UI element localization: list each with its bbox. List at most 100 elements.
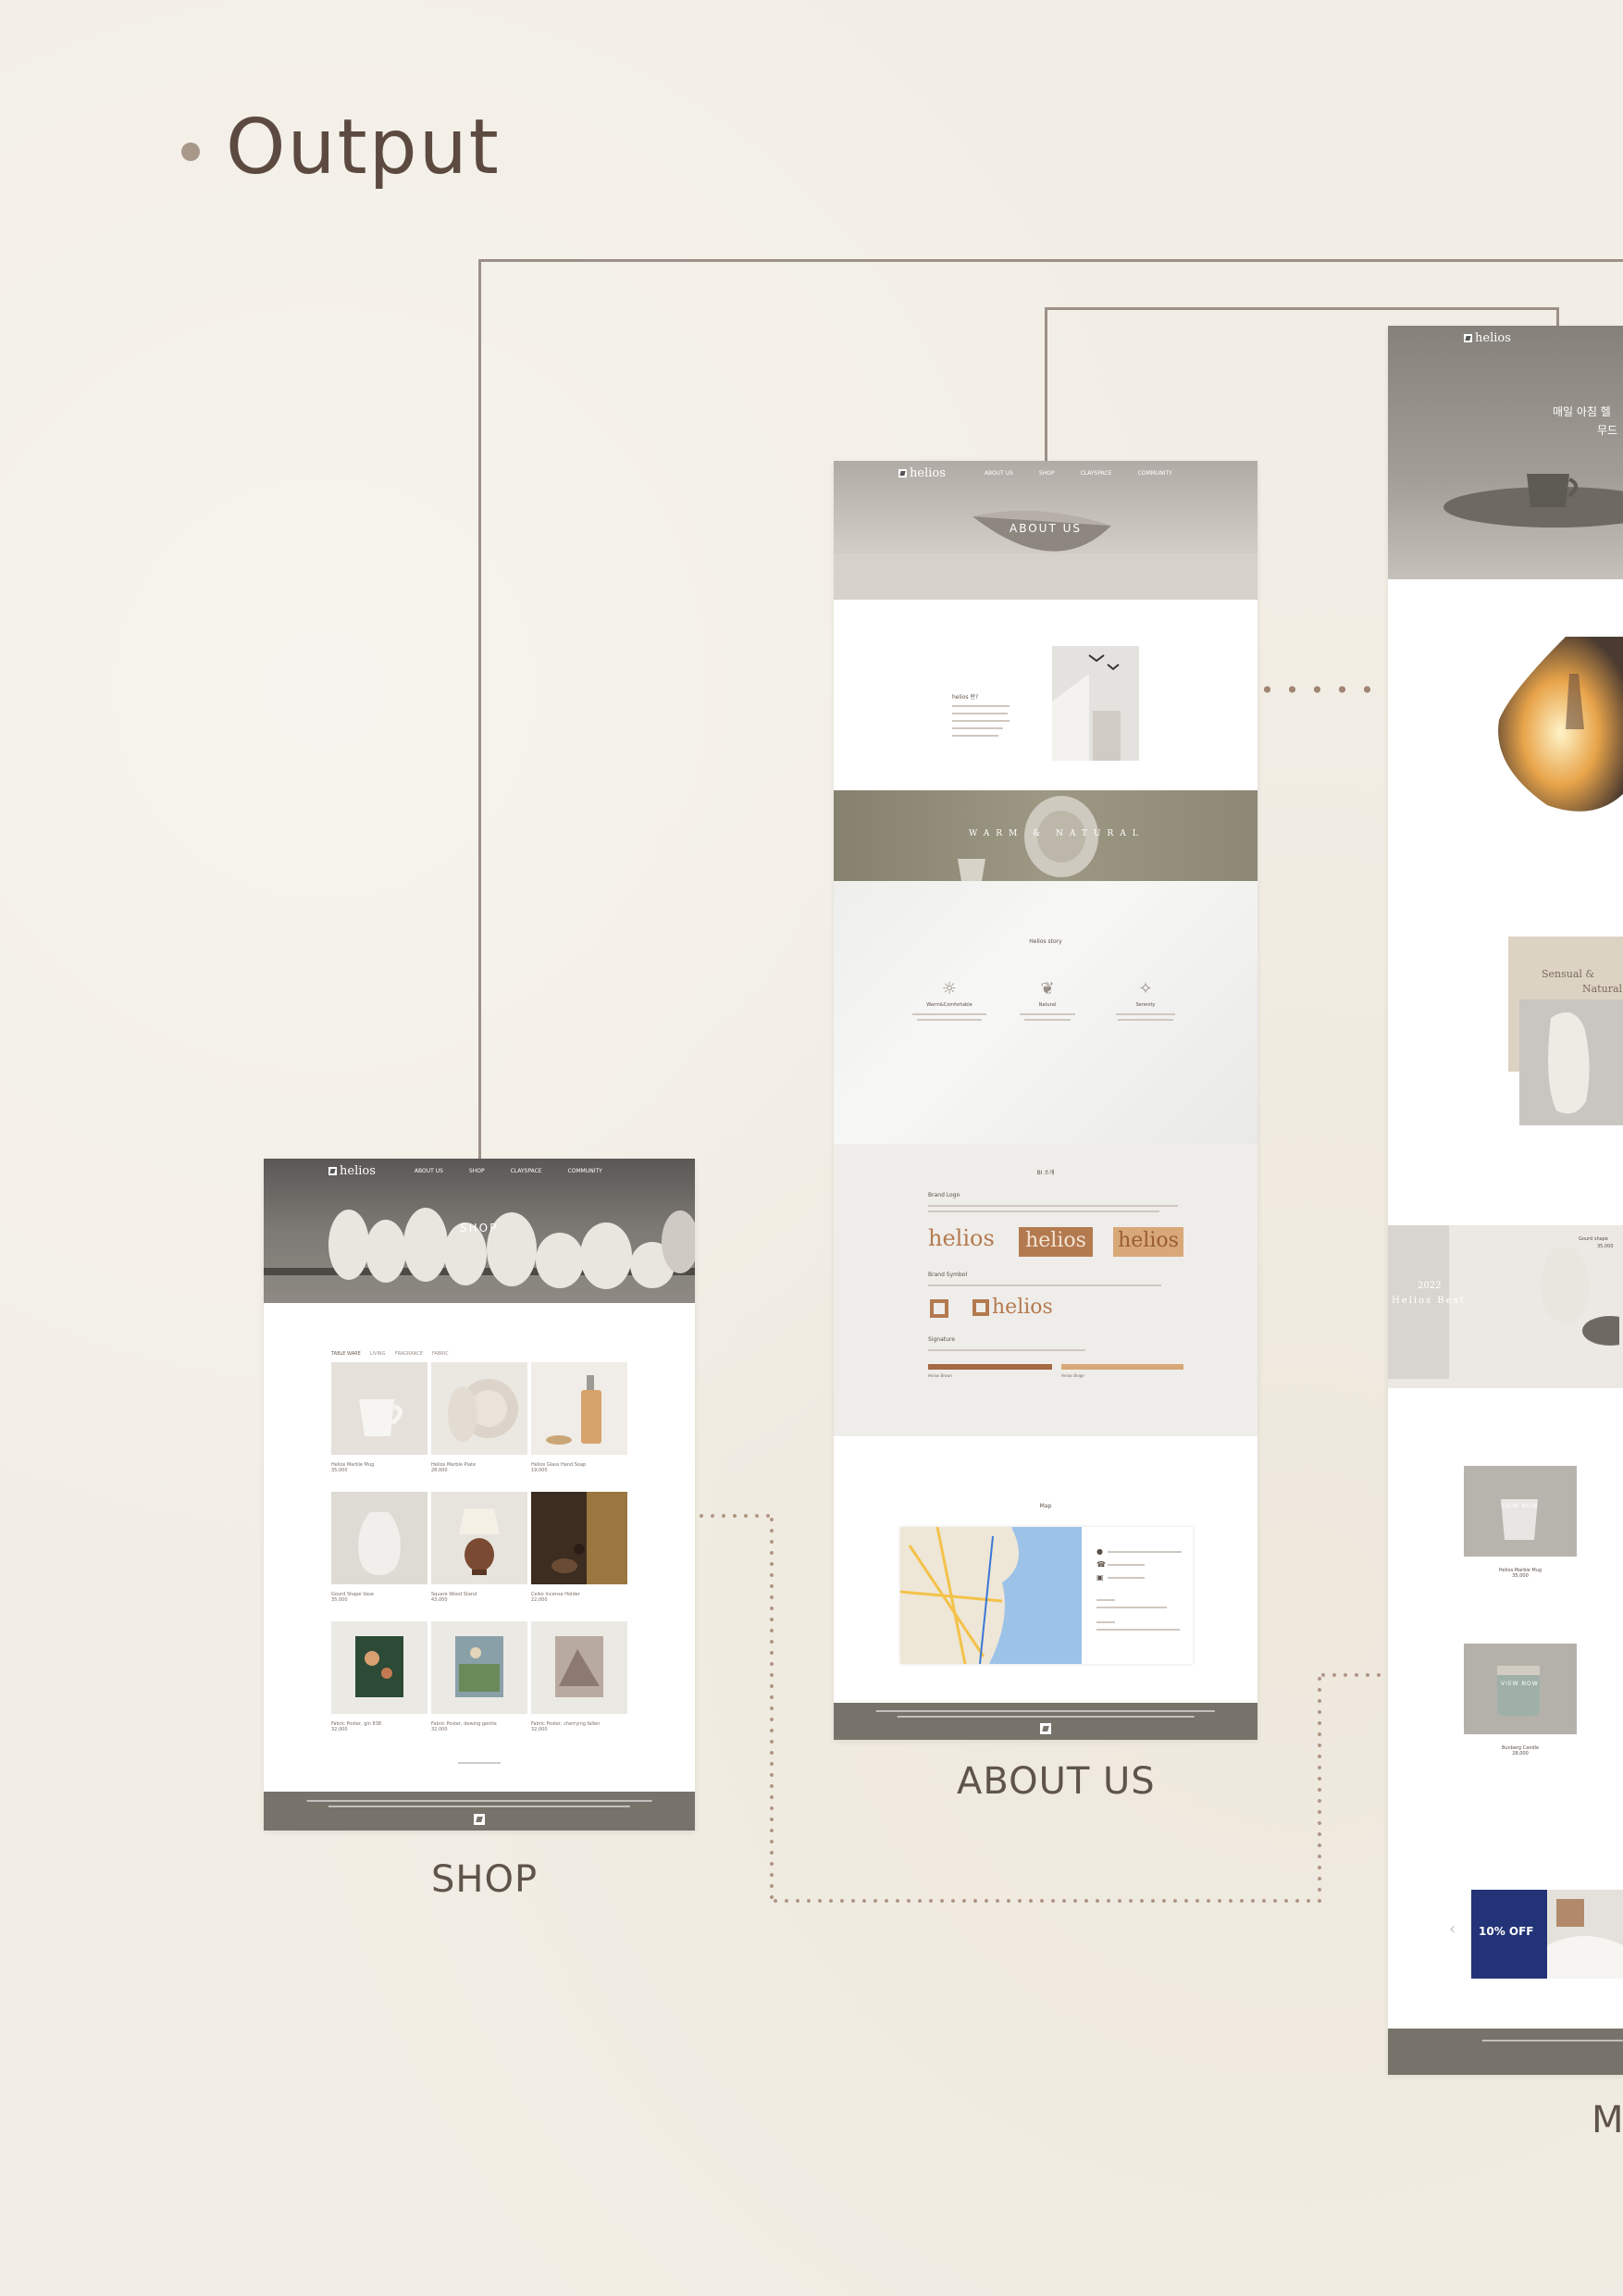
sensual-text: Sensual &	[1542, 968, 1595, 980]
about-page-mockup: helios ABOUT US SHOP CLAYSPACE COMMUNITY…	[834, 461, 1258, 1740]
product-card[interactable]: Square Wood Stand 43,000	[431, 1492, 527, 1603]
story-item-text	[1024, 1019, 1071, 1021]
helios-logo[interactable]: helios	[328, 1164, 376, 1178]
fabric-poster-image	[531, 1621, 627, 1714]
signature-label: Signature	[928, 1336, 955, 1343]
filter-tableware[interactable]: TABLE WARE	[331, 1351, 361, 1357]
nav-about-us[interactable]: ABOUT US	[415, 1168, 443, 1174]
about-footer	[834, 1703, 1258, 1740]
view-now-label[interactable]: VIEW NOW	[1501, 1503, 1539, 1509]
best-label: Helios Best	[1392, 1296, 1466, 1306]
shop-filters: TABLE WARE LIVING FRAGRANCE FABRIC	[331, 1351, 449, 1357]
lamp-image	[431, 1492, 527, 1584]
map-title: Map	[1039, 1503, 1052, 1509]
filter-living[interactable]: LIVING	[370, 1351, 386, 1357]
view-now-label[interactable]: VIEW NOW	[1501, 1681, 1539, 1687]
product-price: 35,000	[1512, 1573, 1529, 1579]
dotted-connector	[770, 1899, 1321, 1903]
dotted-connector	[696, 1514, 770, 1518]
product-card[interactable]: Fabric Poster, dewing gentle 32,000	[431, 1621, 527, 1732]
story-item-label: Natural	[1038, 1002, 1057, 1008]
hero-copy: 매일 아침 헬	[1553, 405, 1611, 418]
nav-community[interactable]: COMMUNITY	[1138, 470, 1172, 477]
logo-variant-plain: helios	[928, 1225, 995, 1251]
product-price: 32,000	[331, 1727, 348, 1732]
sun-icon: ☼	[941, 979, 958, 999]
nav-shop[interactable]: SHOP	[469, 1168, 485, 1174]
story-item-text	[912, 1013, 986, 1015]
symbol-mark-icon	[930, 1299, 948, 1318]
best-item-name: Gourd shape	[1579, 1236, 1608, 1242]
story-title: Helios story	[1029, 938, 1062, 945]
product-card[interactable]: Ceiko Incense Holder 22,000	[531, 1492, 627, 1603]
map-image[interactable]	[899, 1526, 1082, 1665]
fabric-poster-image	[431, 1621, 527, 1714]
color-swatch-brown	[928, 1364, 1052, 1370]
new-product-card[interactable]: VIEW NOW Bunberg Candle 28,000	[1464, 1644, 1577, 1756]
filter-fragrance[interactable]: FRAGRANCE	[395, 1351, 423, 1357]
section-title: Output	[181, 104, 501, 192]
nav-clayspace[interactable]: CLAYSPACE	[511, 1168, 542, 1174]
story-item: ❦ Natural	[1006, 979, 1089, 1021]
product-card[interactable]: Helios Marble Plate 28,000	[431, 1362, 527, 1473]
intro-text	[952, 727, 1003, 729]
plate-image	[431, 1362, 527, 1455]
about-caption: ABOUT US	[957, 1760, 1156, 1803]
directions-text	[1096, 1621, 1115, 1623]
promo-banner[interactable]: 10% OFF	[1471, 1890, 1547, 1979]
logo-variant-beige: helios	[1113, 1227, 1183, 1257]
about-hero-title: ABOUT US	[1010, 522, 1083, 535]
carousel-prev-icon[interactable]: ‹	[1449, 1919, 1456, 1939]
fax-icon: ▣	[1096, 1573, 1104, 1582]
nav-clayspace[interactable]: CLAYSPACE	[1081, 470, 1112, 477]
product-price: 28,000	[1512, 1751, 1529, 1756]
bi-title: BI 소개	[1036, 1170, 1055, 1176]
product-price: 35,000	[331, 1597, 348, 1603]
pagination[interactable]	[458, 1762, 501, 1764]
footer-logo-icon	[474, 1814, 485, 1825]
story-item-text	[1116, 1013, 1175, 1015]
bi-text	[928, 1210, 1159, 1212]
color-name-beige: Helios Beige	[1061, 1373, 1084, 1378]
vase-image	[1519, 999, 1623, 1125]
paper-background	[0, 0, 1623, 2296]
bi-text	[928, 1205, 1178, 1207]
helios-logo[interactable]: helios	[1464, 331, 1511, 345]
lightbulb-icon: ✧	[1138, 979, 1153, 999]
connector-about-vertical	[1045, 307, 1047, 461]
address-text	[1108, 1551, 1182, 1553]
directions-text	[1096, 1607, 1167, 1608]
helios-logo[interactable]: helios	[898, 466, 946, 480]
product-price: 19,000	[531, 1468, 548, 1473]
product-card[interactable]: Gourd Shape Vase 35,000	[331, 1492, 427, 1603]
product-card[interactable]: Fabric Poster, gin 838 32,000	[331, 1621, 427, 1732]
output-heading: Output	[226, 104, 501, 192]
nav-about-us[interactable]: ABOUT US	[985, 470, 1013, 477]
map-card: ● ☎ ▣	[899, 1526, 1193, 1665]
story-item-label: Serenity	[1135, 1002, 1156, 1008]
story-item-text	[1020, 1013, 1075, 1015]
helios-mark-icon	[328, 1166, 337, 1175]
helios-mark-icon	[898, 468, 907, 478]
nav-shop[interactable]: SHOP	[1039, 470, 1055, 477]
bi-text	[928, 1349, 1085, 1351]
cup-illustration	[1443, 474, 1623, 527]
story-item-text	[917, 1019, 982, 1021]
symbol-mark-icon	[973, 1298, 989, 1316]
main-caption: M	[1592, 2099, 1623, 2141]
product-card[interactable]: Fabric Poster, cherrying fallen 32,000	[531, 1621, 627, 1732]
intro-text	[952, 713, 1008, 714]
filter-fabric[interactable]: FABRIC	[432, 1351, 449, 1357]
story-item: ☼ Warm&Comfortable	[908, 979, 991, 1021]
nav-community[interactable]: COMMUNITY	[568, 1168, 602, 1174]
product-card[interactable]: Helios Glass Hand Soap 19,000	[531, 1362, 627, 1473]
mug-image	[331, 1362, 427, 1455]
symbol-with-wordmark: helios	[973, 1296, 1053, 1319]
color-name-brown: Helios Brown	[928, 1373, 953, 1378]
color-swatch-beige	[1061, 1364, 1183, 1370]
new-product-card[interactable]: VIEW NOW Helios Marble Mug 35,000	[1464, 1466, 1577, 1579]
product-card[interactable]: Helios Marble Mug 35,000	[331, 1362, 427, 1473]
shop-caption: SHOP	[431, 1858, 539, 1901]
location-pin-icon: ●	[1096, 1547, 1103, 1556]
fax-text	[1108, 1577, 1145, 1579]
